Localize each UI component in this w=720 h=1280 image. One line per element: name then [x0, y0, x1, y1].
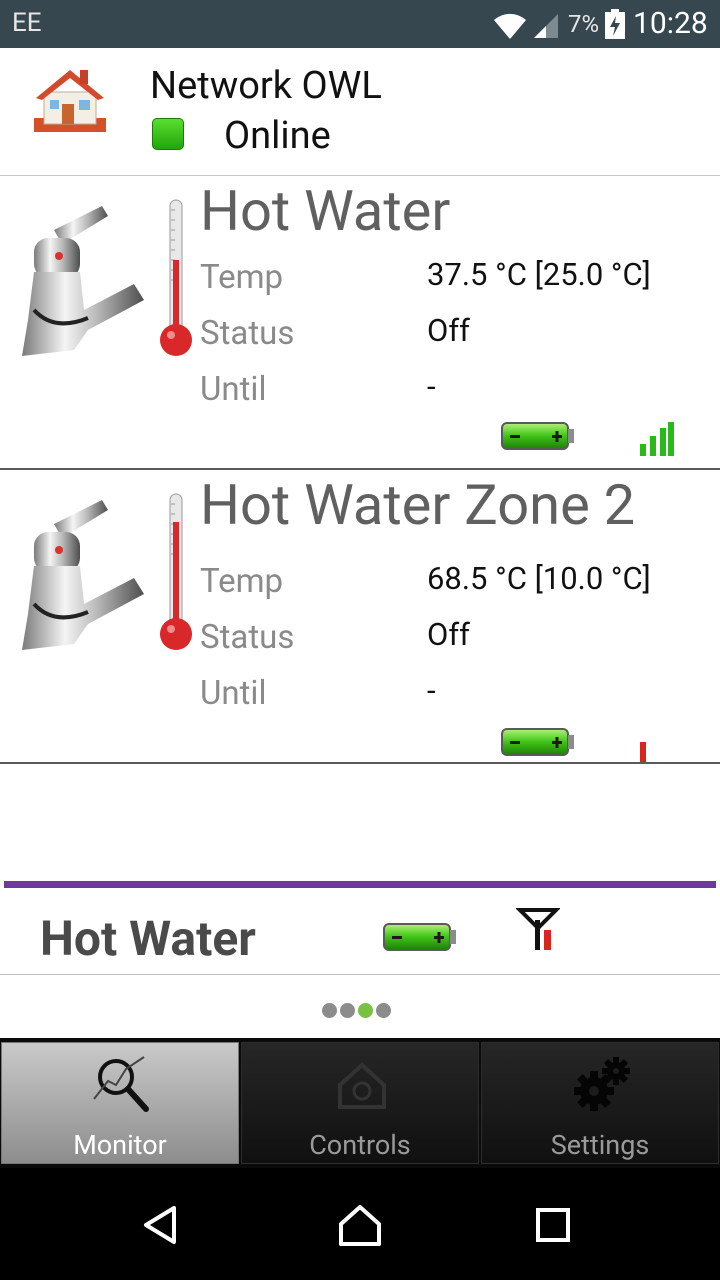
- online-indicator: [152, 118, 184, 150]
- accent-divider: [4, 881, 716, 888]
- tap-icon: [22, 500, 144, 650]
- status-label: Status: [200, 314, 295, 353]
- home-icon[interactable]: [335, 1200, 385, 1250]
- thermometer-icon: [160, 493, 192, 650]
- selected-zone-summary[interactable]: Hot Water: [0, 888, 720, 976]
- tab-bar: Monitor Controls Settings: [0, 1038, 720, 1168]
- summary-title: Hot Water: [40, 910, 256, 967]
- status-bar: EE 7% 10:28: [0, 0, 720, 48]
- temp-label: Temp: [200, 258, 284, 297]
- thermometer-icon: [160, 199, 192, 356]
- page-indicator: [0, 975, 720, 1037]
- battery-full-icon: [501, 422, 574, 450]
- magnifier-graph-icon: [93, 1056, 149, 1112]
- clock: 10:28: [633, 6, 708, 41]
- zone-title: Hot Water Zone 2: [200, 472, 636, 538]
- tab-settings[interactable]: Settings: [481, 1042, 719, 1164]
- system-navigation-bar: [0, 1168, 720, 1280]
- network-header[interactable]: Network OWL Online: [0, 48, 720, 177]
- connection-status: Online: [224, 114, 331, 158]
- carrier-name: EE: [12, 8, 42, 38]
- temp-value: 37.5 °C [25.0 °C]: [427, 256, 651, 293]
- tab-monitor[interactable]: Monitor: [1, 1042, 239, 1164]
- temp-label: Temp: [200, 562, 284, 601]
- page-dot[interactable]: [340, 1003, 355, 1018]
- house-icon: [34, 70, 106, 132]
- tab-label: Controls: [309, 1129, 411, 1161]
- page-dot[interactable]: [322, 1003, 337, 1018]
- battery-full-icon: [383, 923, 456, 951]
- until-value: -: [427, 368, 436, 405]
- tab-label: Settings: [550, 1129, 650, 1161]
- battery-charging-icon: [605, 9, 625, 39]
- temp-value: 68.5 °C [10.0 °C]: [427, 560, 651, 597]
- battery-full-icon: [501, 728, 574, 756]
- cell-signal-icon: [534, 14, 558, 38]
- wifi-icon: [494, 13, 526, 39]
- zone-card-hot-water-zone-2[interactable]: Hot Water Zone 2 Temp 68.5 °C [10.0 °C] …: [0, 470, 720, 764]
- back-icon[interactable]: [136, 1200, 186, 1250]
- recents-icon[interactable]: [528, 1200, 578, 1250]
- until-label: Until: [200, 370, 267, 409]
- status-label: Status: [200, 618, 295, 657]
- signal-strength-icon: [640, 422, 674, 456]
- signal-weak-icon: [640, 742, 646, 762]
- page-dot-active[interactable]: [358, 1003, 373, 1018]
- antenna-signal-icon: [516, 908, 560, 950]
- network-name: Network OWL: [150, 64, 382, 108]
- zone-card-hot-water[interactable]: Hot Water Temp 37.5 °C [25.0 °C] Status …: [0, 176, 720, 470]
- until-value: -: [427, 672, 436, 709]
- status-value: Off: [427, 616, 470, 653]
- house-control-icon: [338, 1062, 386, 1109]
- tab-label: Monitor: [73, 1129, 167, 1161]
- until-label: Until: [200, 674, 267, 713]
- tab-controls[interactable]: Controls: [241, 1042, 479, 1164]
- page-dot[interactable]: [376, 1003, 391, 1018]
- zone-title: Hot Water: [200, 178, 451, 244]
- battery-percent: 7%: [568, 10, 600, 38]
- tap-icon: [22, 206, 144, 356]
- status-value: Off: [427, 312, 470, 349]
- gears-icon: [574, 1057, 630, 1111]
